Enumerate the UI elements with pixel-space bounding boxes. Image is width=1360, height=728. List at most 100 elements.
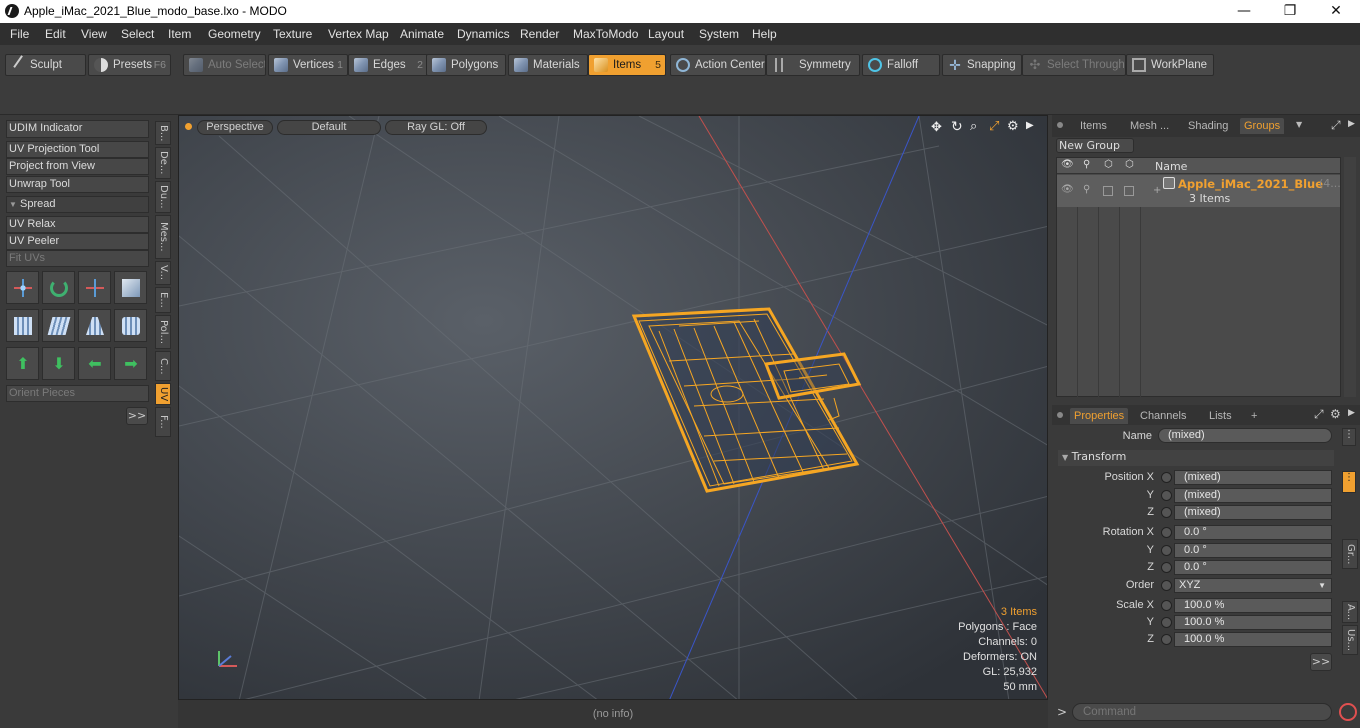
- align-right-button[interactable]: ➡: [114, 347, 147, 380]
- presets-button[interactable]: Presets F6: [88, 54, 171, 76]
- vtab-mesh[interactable]: Mes...: [155, 215, 171, 259]
- position-y-field[interactable]: (mixed): [1174, 488, 1332, 503]
- action-center-button[interactable]: Action Center: [670, 54, 766, 76]
- menu-geometry[interactable]: Geometry: [208, 27, 261, 41]
- menu-animate[interactable]: Animate: [400, 27, 444, 41]
- project-from-view-button[interactable]: Project from View: [6, 158, 149, 175]
- maximize-button[interactable]: ❐: [1267, 0, 1313, 23]
- rotation-y-keyframe-dot[interactable]: [1161, 545, 1172, 556]
- symmetry-button[interactable]: Symmetry: [766, 54, 860, 76]
- row-select-checkbox[interactable]: [1124, 186, 1134, 196]
- properties-settings-icon[interactable]: ⚙: [1330, 407, 1341, 421]
- panel-menu-icon[interactable]: [1057, 122, 1063, 128]
- menu-render[interactable]: Render: [520, 27, 559, 41]
- spread-section[interactable]: ▼ Spread: [6, 196, 149, 213]
- menu-system[interactable]: System: [699, 27, 739, 41]
- workplane-button[interactable]: WorkPlane: [1126, 54, 1214, 76]
- tab-properties[interactable]: Properties: [1070, 408, 1129, 424]
- scale-x-keyframe-dot[interactable]: [1161, 600, 1172, 611]
- pan-icon[interactable]: ✥: [931, 120, 942, 135]
- rotate-view-icon[interactable]: ↻: [951, 119, 963, 135]
- rotation-z-field[interactable]: 0.0 °: [1174, 560, 1332, 575]
- align-up-button[interactable]: ⬆: [6, 347, 39, 380]
- menu-dynamics[interactable]: Dynamics: [457, 27, 510, 41]
- group-row[interactable]: 👁 ⚲ + Apple_iMac_2021_Blue (4... 3 Items: [1057, 175, 1341, 207]
- properties-arrow-icon[interactable]: ▶: [1348, 408, 1355, 418]
- tab-dropdown-icon[interactable]: ▼: [1296, 120, 1302, 129]
- minimize-button[interactable]: —: [1221, 0, 1267, 23]
- menu-layout[interactable]: Layout: [648, 27, 684, 41]
- auto-select-button[interactable]: Auto Select: [183, 54, 266, 76]
- vtab-basic[interactable]: B...: [155, 121, 171, 145]
- view-perspective-dropdown[interactable]: Perspective: [197, 120, 273, 135]
- shading-style-dropdown[interactable]: Default: [277, 120, 381, 135]
- menu-help[interactable]: Help: [752, 27, 777, 41]
- side-tab-dots[interactable]: ⋮: [1342, 428, 1356, 446]
- panel-expand-icon[interactable]: ⤢: [1331, 118, 1341, 133]
- scale-z-field[interactable]: 100.0 %: [1174, 632, 1332, 647]
- vtab-uv[interactable]: UV: [155, 383, 171, 405]
- side-tab-groups[interactable]: Gr...: [1342, 539, 1358, 569]
- menu-item[interactable]: Item: [168, 27, 191, 41]
- scale-y-keyframe-dot[interactable]: [1161, 617, 1172, 628]
- vtab-edge[interactable]: E...: [155, 287, 171, 313]
- tab-groups[interactable]: Groups: [1240, 118, 1285, 134]
- edges-button[interactable]: Edges 2: [348, 54, 428, 76]
- render-col-icon[interactable]: ⬡: [1104, 159, 1113, 170]
- select-through-button[interactable]: ✣ Select Through: [1022, 54, 1126, 76]
- transform-section-header[interactable]: ▼ Transform: [1058, 450, 1334, 466]
- menu-texture[interactable]: Texture: [273, 27, 312, 41]
- panel-arrow-icon[interactable]: ▶: [1348, 119, 1355, 129]
- menu-edit[interactable]: Edit: [45, 27, 66, 41]
- expand-plus-icon[interactable]: +: [1153, 185, 1161, 196]
- scale-x-field[interactable]: 100.0 %: [1174, 598, 1332, 613]
- align-down-button[interactable]: ⬇: [42, 347, 75, 380]
- uv-perspective-grid-button[interactable]: [78, 309, 111, 342]
- position-z-keyframe-dot[interactable]: [1161, 507, 1172, 518]
- position-x-keyframe-dot[interactable]: [1161, 472, 1172, 483]
- vtab-fusion[interactable]: F...: [155, 407, 171, 437]
- orient-pieces-button[interactable]: Orient Pieces: [6, 385, 149, 402]
- row-render-checkbox[interactable]: [1103, 186, 1113, 196]
- side-tab-assembly[interactable]: A...: [1342, 601, 1358, 623]
- uv-grid-warp-button[interactable]: [6, 309, 39, 342]
- properties-menu-icon[interactable]: [1057, 412, 1063, 418]
- materials-button[interactable]: Materials: [508, 54, 588, 76]
- add-tab-button[interactable]: +: [1251, 408, 1257, 424]
- command-input[interactable]: [1072, 703, 1332, 721]
- close-button[interactable]: ✕: [1313, 0, 1359, 23]
- tab-lists[interactable]: Lists: [1209, 408, 1232, 424]
- position-y-keyframe-dot[interactable]: [1161, 490, 1172, 501]
- position-z-field[interactable]: (mixed): [1174, 505, 1332, 520]
- vtab-curve[interactable]: C...: [155, 351, 171, 381]
- tab-items[interactable]: Items: [1080, 118, 1107, 134]
- rotation-x-field[interactable]: 0.0 °: [1174, 525, 1332, 540]
- snapping-button[interactable]: ✛ Snapping: [942, 54, 1022, 76]
- visibility-col-icon[interactable]: 👁: [1061, 159, 1074, 170]
- uv-box-grid-button[interactable]: [114, 309, 147, 342]
- uv-relax-button[interactable]: UV Relax: [6, 216, 149, 233]
- raygl-toggle[interactable]: Ray GL: Off: [385, 120, 487, 135]
- 3d-viewport[interactable]: Perspective Default Ray GL: Off ✥ ↻ ⌕ ⤢ …: [178, 115, 1048, 700]
- rotation-y-field[interactable]: 0.0 °: [1174, 543, 1332, 558]
- scale-y-field[interactable]: 100.0 %: [1174, 615, 1332, 630]
- align-left-button[interactable]: ⬅: [78, 347, 111, 380]
- uv-peeler-button[interactable]: UV Peeler: [6, 233, 149, 250]
- more-tools-button[interactable]: >>: [126, 407, 148, 425]
- properties-expand-icon[interactable]: ⤢: [1314, 407, 1324, 422]
- rotation-x-keyframe-dot[interactable]: [1161, 527, 1172, 538]
- uv-rotate-tool-button[interactable]: [42, 271, 75, 304]
- menu-maxtomodo[interactable]: MaxToModo: [573, 27, 638, 41]
- uv-projection-tool-button[interactable]: UV Projection Tool: [6, 141, 149, 158]
- items-button[interactable]: Items 5: [588, 54, 666, 76]
- menu-vertex-map[interactable]: Vertex Map: [328, 27, 389, 41]
- vtab-vertex[interactable]: V...: [155, 261, 171, 285]
- side-tab-active[interactable]: ⋮: [1342, 471, 1356, 493]
- tab-mesh[interactable]: Mesh ...: [1130, 118, 1169, 134]
- menu-select[interactable]: Select: [121, 27, 154, 41]
- menu-view[interactable]: View: [81, 27, 107, 41]
- fit-uvs-button[interactable]: Fit UVs: [6, 250, 149, 267]
- viewport-settings-icon[interactable]: ⚙: [1007, 119, 1019, 134]
- vtab-duplicate[interactable]: Du...: [155, 181, 171, 213]
- row-lock-icon[interactable]: ⚲: [1083, 184, 1090, 195]
